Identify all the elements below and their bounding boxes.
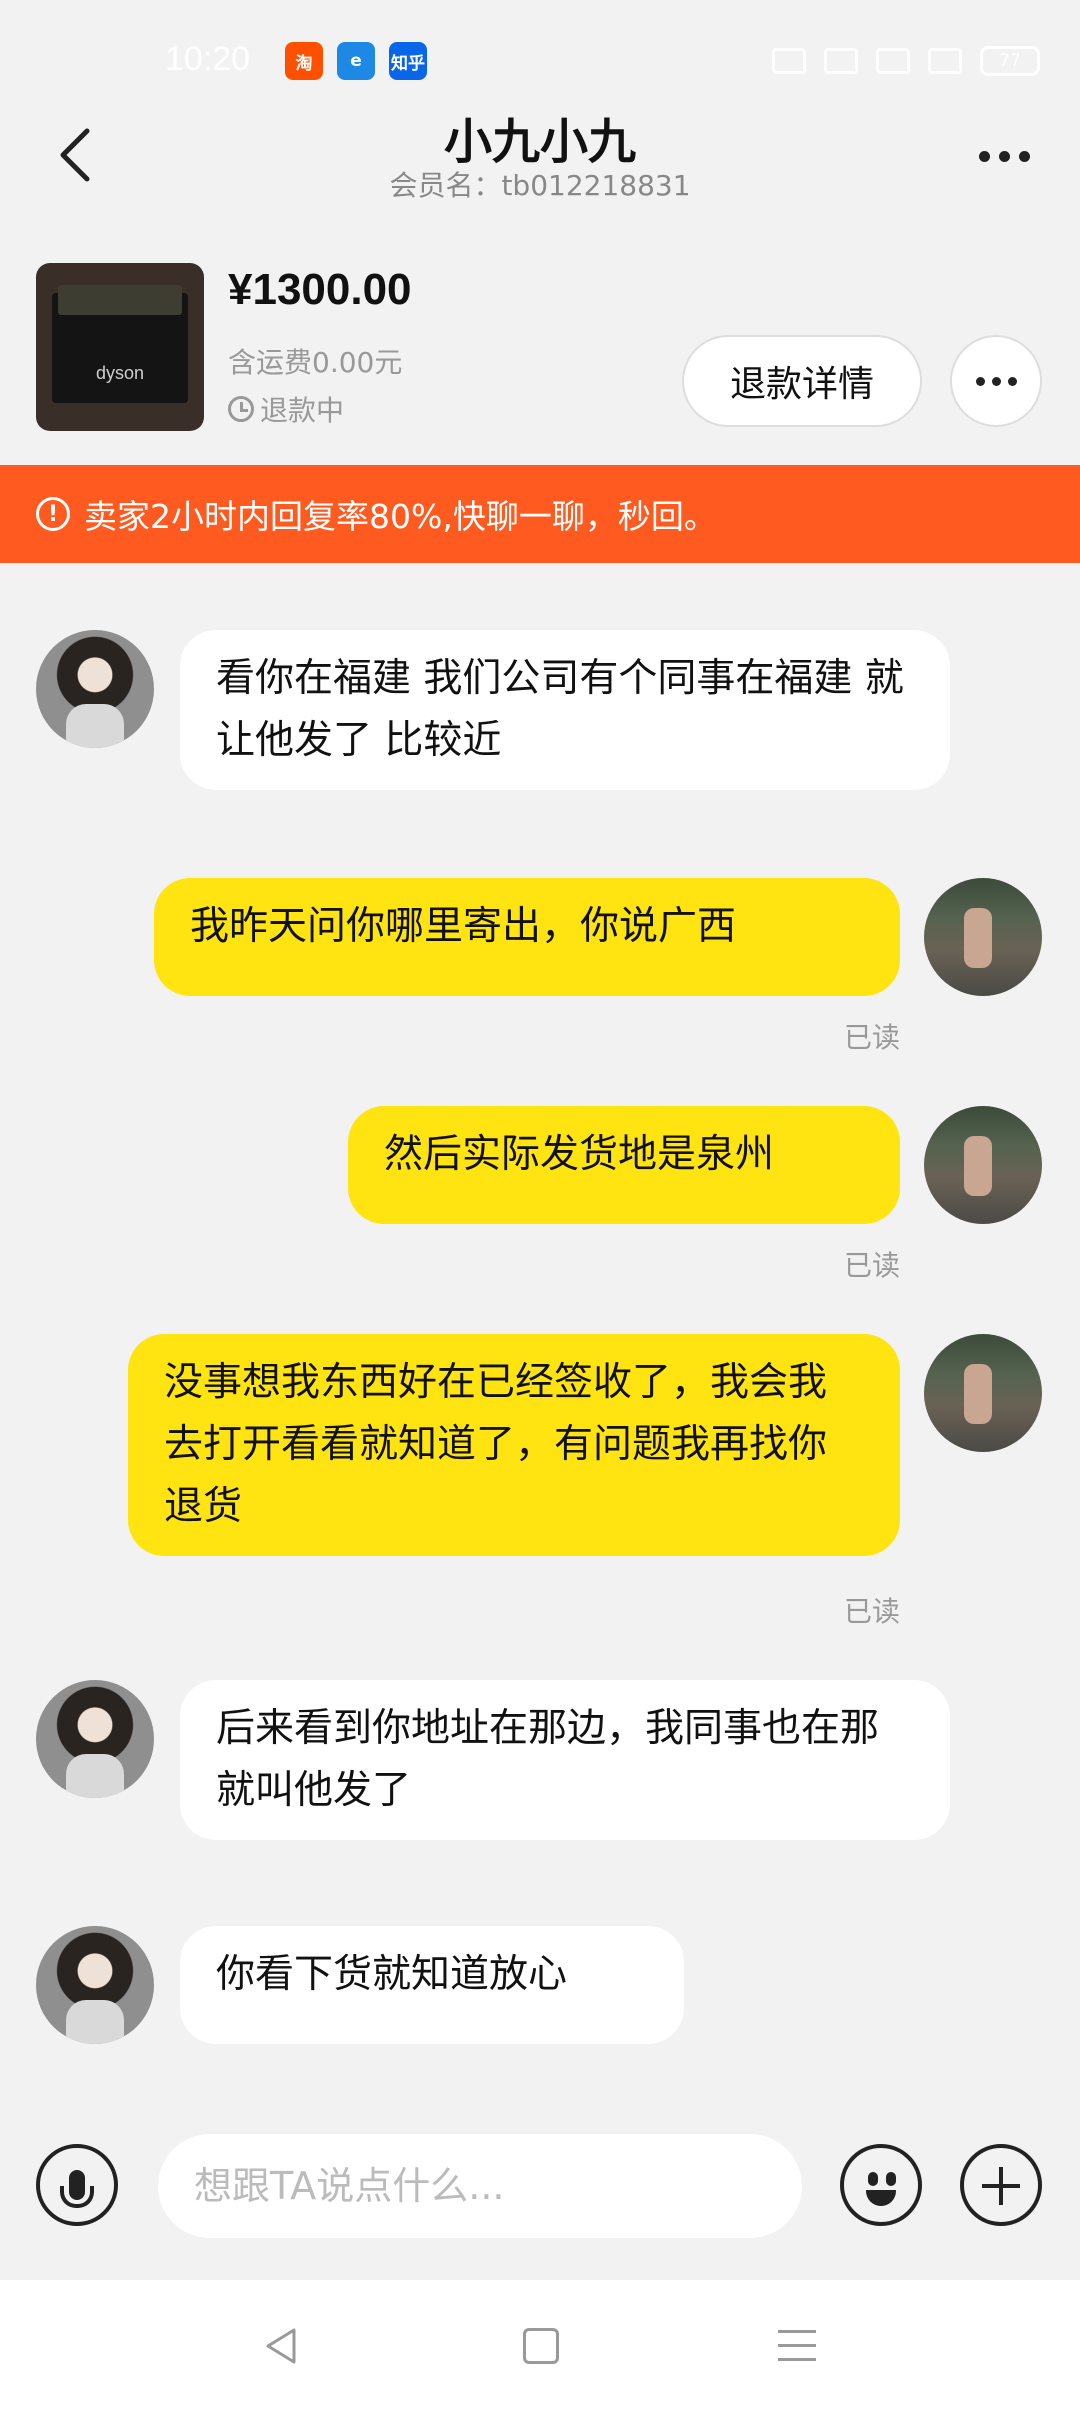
order-status-text: 退款中 <box>260 394 345 427</box>
message-bubble-incoming[interactable]: 看你在福建 我们公司有个同事在福建 就让他发了 比较近 <box>180 630 950 790</box>
more-dot-icon <box>978 150 990 162</box>
order-status: 退款中 <box>228 389 344 429</box>
read-receipt: 已读 <box>843 1249 900 1282</box>
product-brand-text: dyson <box>95 363 145 383</box>
more-dot-icon <box>1018 150 1030 162</box>
chat-header: 小九小九 会员名：tb012218831 <box>0 90 1080 210</box>
nav-home-icon[interactable] <box>523 2328 559 2364</box>
alarm-icon <box>772 48 806 74</box>
more-dot-icon <box>991 376 1001 386</box>
seller-avatar[interactable] <box>36 1926 154 2044</box>
more-dot-icon <box>1007 376 1017 386</box>
user-avatar[interactable] <box>924 1334 1042 1452</box>
status-time: 10:20 <box>165 40 251 78</box>
voice-input-button[interactable] <box>36 2144 118 2226</box>
message-bubble-outgoing[interactable]: 我昨天问你哪里寄出，你说广西 <box>154 878 900 996</box>
product-thumbnail[interactable]: dyson <box>36 263 204 431</box>
alert-icon: ! <box>36 497 70 531</box>
more-options-button[interactable] <box>964 126 1044 186</box>
seller-avatar[interactable] <box>36 630 154 748</box>
message-bubble-incoming[interactable]: 后来看到你地址在那边，我同事也在那 就叫他发了 <box>180 1680 950 1840</box>
read-receipt: 已读 <box>843 1595 900 1628</box>
signal-icon <box>928 48 962 74</box>
zhihu-app-icon: 知乎 <box>389 42 427 80</box>
refund-details-button[interactable]: 退款详情 <box>682 335 922 427</box>
plus-button[interactable] <box>960 2144 1042 2226</box>
message-bubble-outgoing[interactable]: 然后实际发货地是泉州 <box>348 1106 900 1224</box>
reply-rate-banner[interactable]: ! 卖家2小时内回复率80%,快聊一聊，秒回。 <box>0 465 1080 563</box>
nav-back-icon[interactable] <box>262 2326 302 2366</box>
nav-menu-icon[interactable] <box>778 2330 816 2372</box>
user-avatar[interactable] <box>924 1106 1042 1224</box>
smiley-eye-icon <box>886 2172 896 2186</box>
message-bubble-incoming[interactable]: 你看下货就知道放心 <box>180 1926 684 2044</box>
status-indicators: 77 <box>772 42 1040 80</box>
more-dot-icon <box>998 150 1010 162</box>
smiley-mouth-icon <box>866 2190 896 2206</box>
member-name: 会员名：tb012218831 <box>389 169 691 202</box>
chat-title: 小九小九 <box>443 114 636 170</box>
status-bar: 10:20 淘 e 知乎 77 <box>0 0 1080 90</box>
seller-avatar[interactable] <box>36 1680 154 1798</box>
microphone-icon <box>60 2170 94 2208</box>
taobao-app-icon: 淘 <box>285 42 323 80</box>
eleme-app-icon: e <box>337 42 375 80</box>
order-price: ¥1300.00 <box>228 265 412 314</box>
shipping-fee: 含运费0.00元 <box>228 346 403 379</box>
emoji-button[interactable] <box>840 2144 922 2226</box>
product-box-lid <box>58 285 182 315</box>
read-receipt: 已读 <box>843 1021 900 1054</box>
clock-icon <box>228 396 254 422</box>
banner-text: 卖家2小时内回复率80%,快聊一聊，秒回。 <box>84 497 717 536</box>
smiley-eye-icon <box>868 2172 878 2186</box>
order-card: dyson ¥1300.00 含运费0.00元 退款中 退款详情 <box>0 255 1080 455</box>
message-bubble-outgoing[interactable]: 没事想我东西好在已经签收了，我会我去打开看看就知道了，有问题我再找你退货 <box>128 1334 900 1556</box>
message-input-bar <box>0 2118 1080 2278</box>
message-input[interactable] <box>158 2134 802 2238</box>
battery-icon: 77 <box>980 46 1040 76</box>
more-dot-icon <box>975 376 985 386</box>
user-avatar[interactable] <box>924 878 1042 996</box>
system-navigation-bar <box>0 2280 1080 2412</box>
wifi-icon <box>876 48 910 74</box>
bluetooth-icon <box>824 48 858 74</box>
order-more-button[interactable] <box>950 335 1042 427</box>
